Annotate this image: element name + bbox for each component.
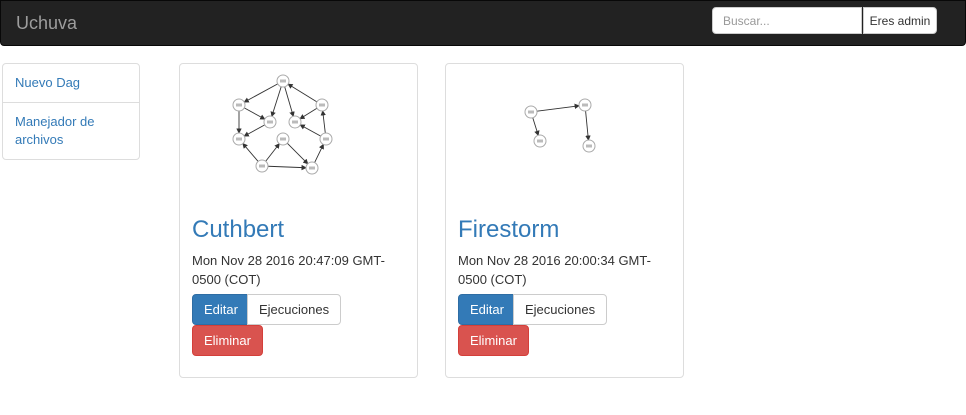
dag-title[interactable]: Cuthbert <box>192 216 284 244</box>
graph-edge <box>244 107 266 120</box>
graph-edge <box>287 83 318 103</box>
graph-edge <box>267 164 307 171</box>
dag-card: Cuthbert Mon Nov 28 2016 20:47:09 GMT-05… <box>179 63 418 378</box>
dag-graph-thumbnail[interactable] <box>180 64 417 204</box>
graph-edge <box>536 103 580 112</box>
sidebar-item-manejador-archivos[interactable]: Manejador de archivos <box>3 102 139 159</box>
graph-edge <box>299 124 321 137</box>
delete-button[interactable]: Eliminar <box>192 325 263 356</box>
edit-button[interactable]: Editar <box>192 294 250 325</box>
executions-button[interactable]: Ejecuciones <box>247 294 342 325</box>
dag-date: Mon Nov 28 2016 20:47:09 GMT-0500 (COT) <box>192 253 385 287</box>
user-button[interactable]: Eres admin <box>863 7 937 34</box>
navbar: Uchuva Eres admin <box>0 0 966 46</box>
dag-date: Mon Nov 28 2016 20:00:34 GMT-0500 (COT) <box>458 253 651 287</box>
graph-edge <box>286 142 309 165</box>
graph-edge <box>284 86 295 118</box>
dag-title[interactable]: Firestorm <box>458 216 559 244</box>
graph-edge <box>320 110 326 134</box>
graph-edge <box>532 117 540 137</box>
brand[interactable]: Uchuva <box>16 13 77 34</box>
delete-button[interactable]: Eliminar <box>458 325 529 356</box>
dag-card: Firestorm Mon Nov 28 2016 20:00:34 GMT-0… <box>445 63 684 378</box>
graph-edge <box>243 83 278 103</box>
graph-edge <box>243 124 265 137</box>
graph-edge <box>242 142 259 162</box>
dag-graph-thumbnail[interactable] <box>446 64 683 204</box>
graph-edge <box>299 107 318 120</box>
graph-edge <box>265 143 280 162</box>
edit-button[interactable]: Editar <box>458 294 516 325</box>
sidebar-item-nuevo-dag[interactable]: Nuevo Dag <box>3 64 139 102</box>
graph-edge <box>270 86 282 118</box>
sidebar: Nuevo Dag Manejador de archivos <box>2 63 140 160</box>
graph-edge <box>314 143 324 163</box>
search-input[interactable] <box>712 7 862 34</box>
graph-edge <box>585 110 591 141</box>
executions-button[interactable]: Ejecuciones <box>513 294 608 325</box>
